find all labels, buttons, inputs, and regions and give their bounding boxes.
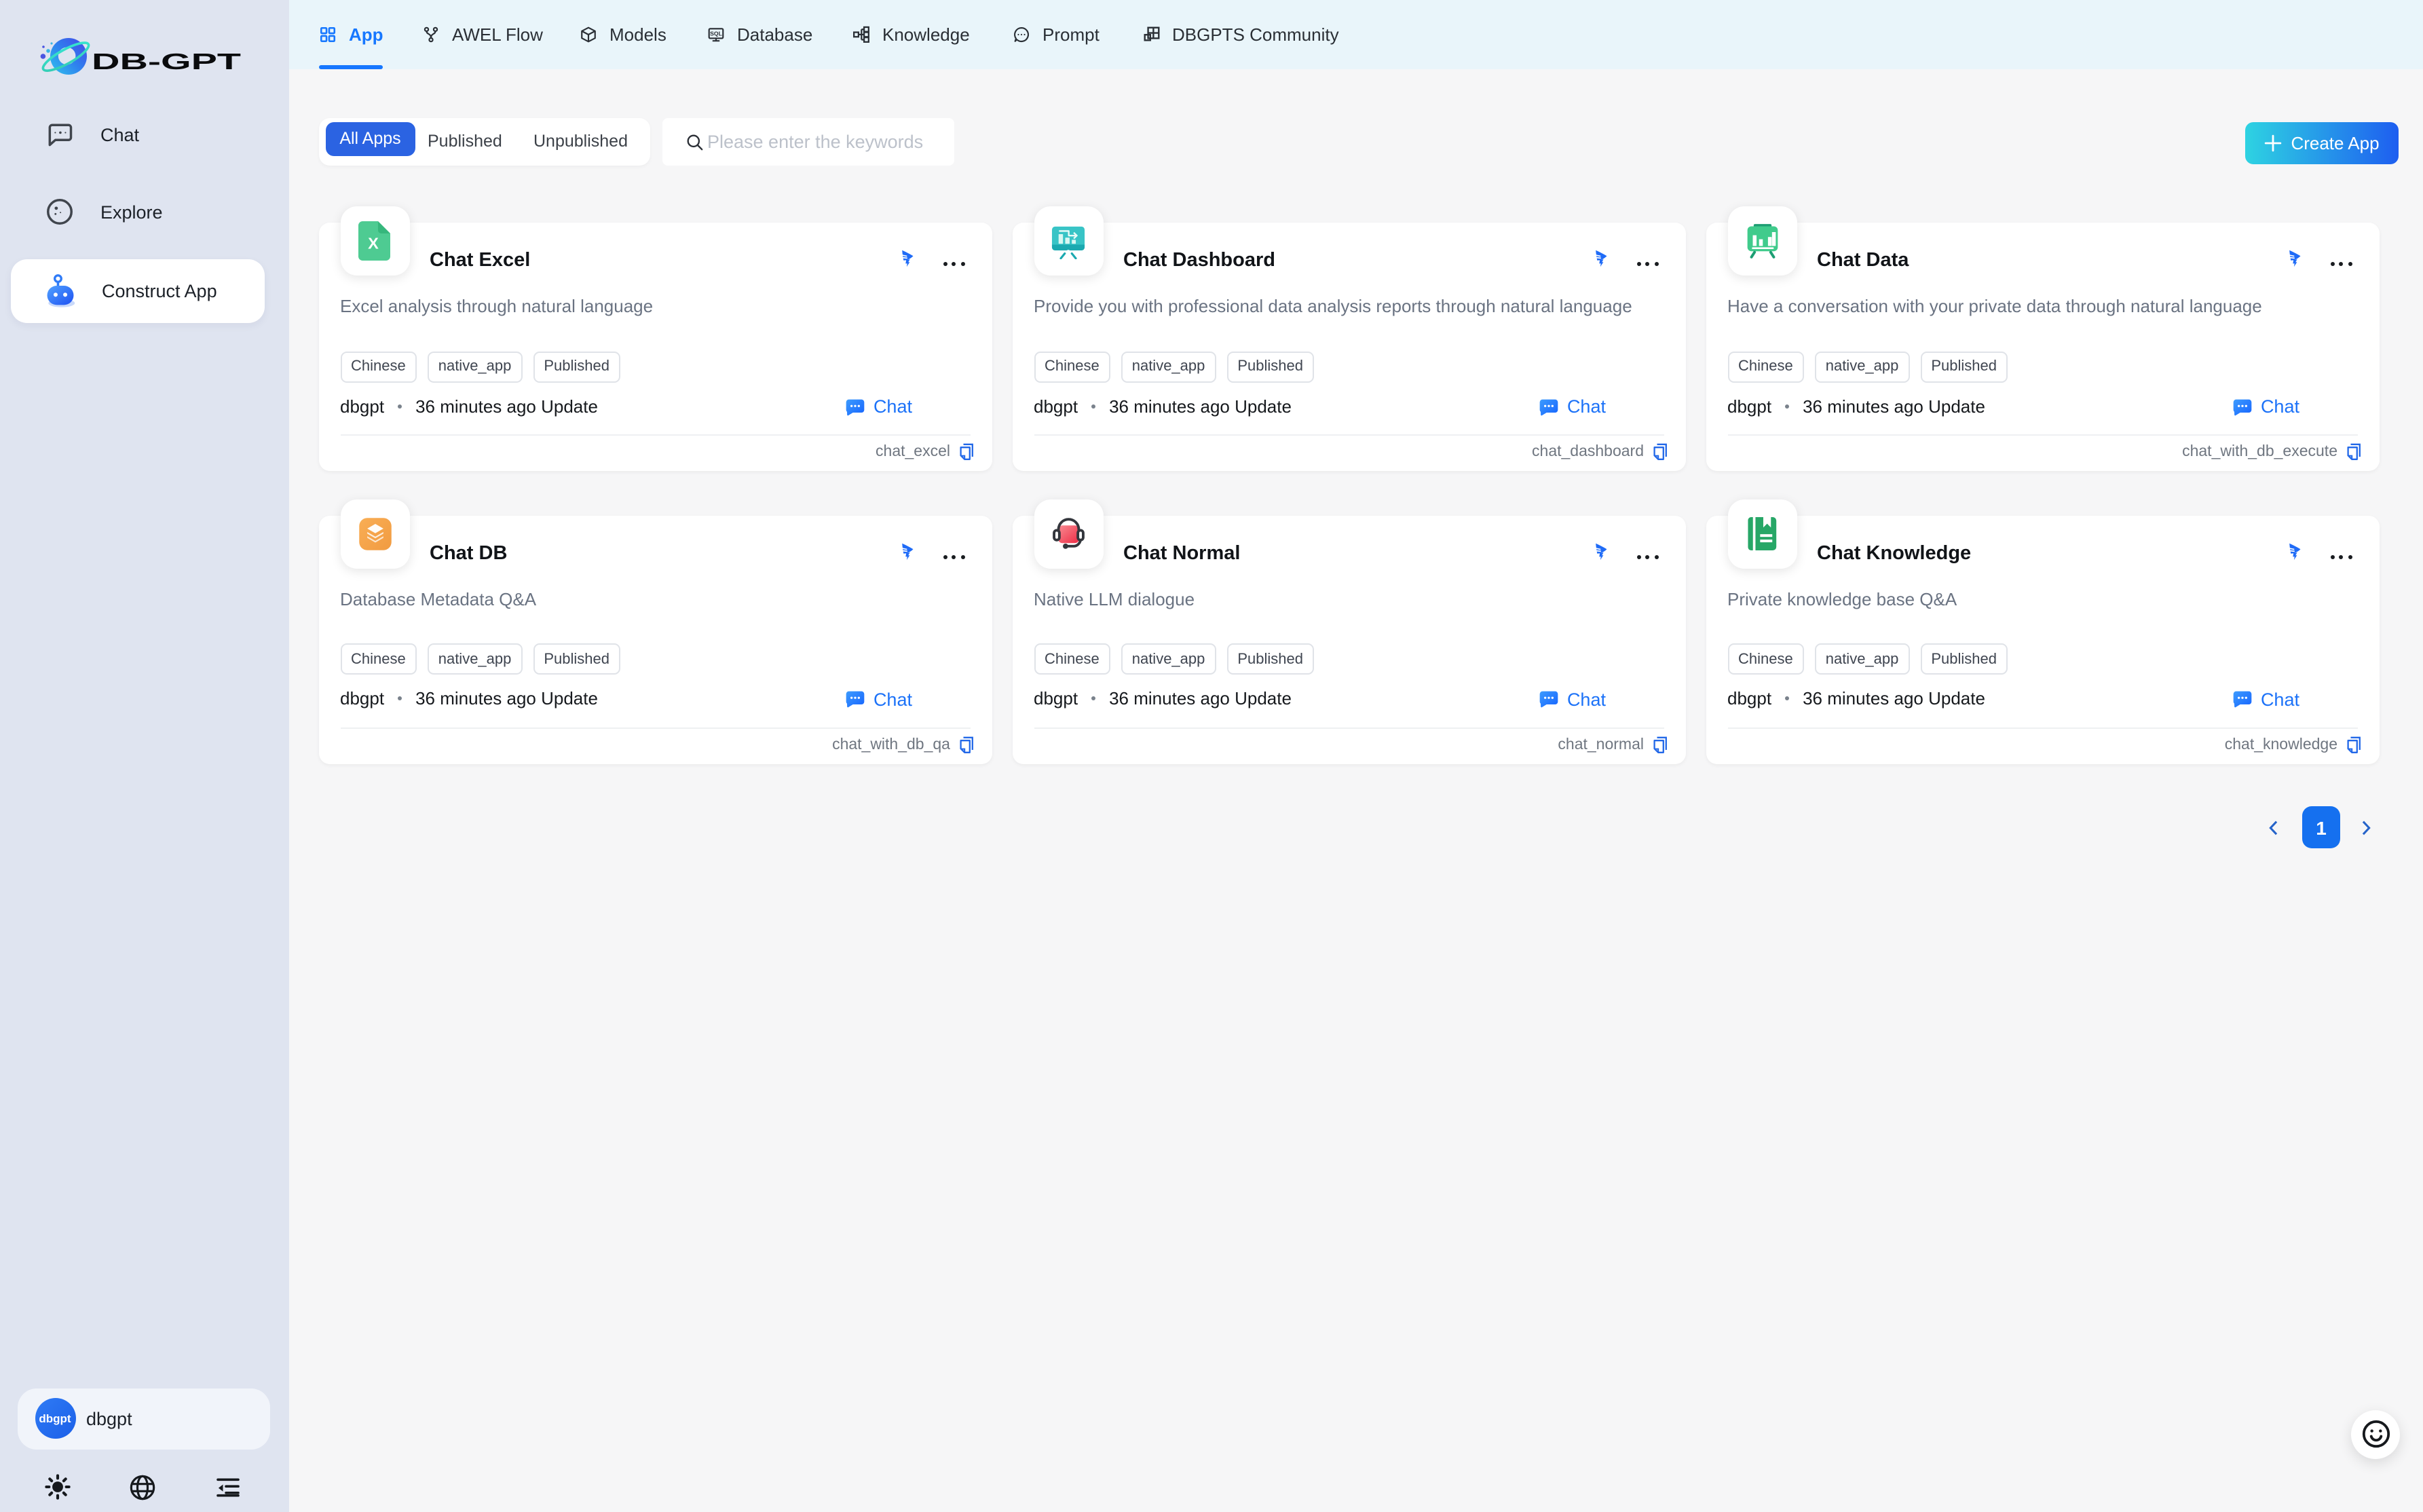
svg-text:SQL: SQL [710,31,723,37]
svg-text:DB-GPT: DB-GPT [92,49,241,74]
svg-text:X: X [369,235,379,252]
